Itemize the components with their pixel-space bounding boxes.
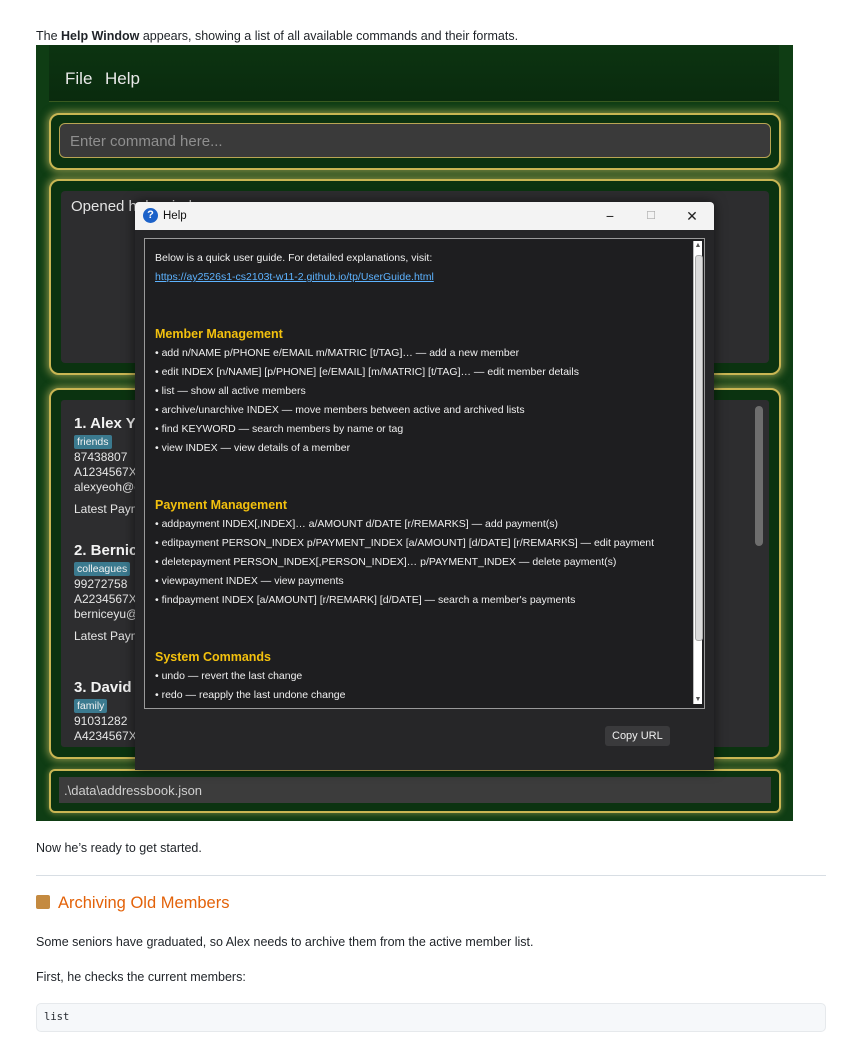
intro-bold: Help Window (61, 29, 140, 43)
help-item: • add n/NAME p/PHONE e/EMAIL m/MATRIC [t… (155, 347, 520, 359)
user-guide-link[interactable]: https://ay2526s1-cs2103t-w11-2.github.io… (155, 271, 434, 283)
status-path: .\data\addressbook.json (64, 783, 203, 798)
intro-suffix: appears, showing a list of all available… (139, 29, 519, 43)
help-item: • view INDEX — view details of a member (155, 442, 351, 454)
close-icon[interactable]: ✕ (680, 206, 704, 226)
status-field: .\data\addressbook.json (59, 777, 771, 803)
divider (36, 875, 826, 876)
section-title: Member Management (155, 327, 283, 341)
command-placeholder: Enter command here... (70, 133, 223, 150)
menu-help[interactable]: Help (105, 69, 140, 89)
help-item: • addpayment INDEX[,INDEX]… a/AMOUNT d/D… (155, 518, 558, 530)
help-item: • viewpayment INDEX — view payments (155, 575, 344, 587)
intro-paragraph: The Help Window appears, showing a list … (36, 29, 518, 43)
minimize-icon[interactable]: − (598, 206, 622, 226)
archive-paragraph: Some seniors have graduated, so Alex nee… (36, 935, 534, 949)
command-panel: Enter command here... (49, 113, 781, 170)
member-tag: colleagues (74, 562, 131, 576)
section-heading: Archiving Old Members (36, 894, 229, 913)
code-text: list (44, 1011, 70, 1023)
help-titlebar[interactable]: ? Help − ☐ ✕ (135, 202, 714, 230)
help-content[interactable]: Below is a quick user guide. For detaile… (144, 238, 705, 709)
member-list-scrollbar[interactable] (755, 406, 763, 546)
help-scrollbar-thumb[interactable] (695, 255, 703, 641)
section-title: Payment Management (155, 498, 287, 512)
help-scrollbar[interactable]: ▲ ▼ (693, 241, 703, 704)
help-item: • undo — revert the last change (155, 670, 303, 682)
copy-url-button[interactable]: Copy URL (605, 726, 670, 746)
help-item: • list — show all active members (155, 385, 306, 397)
help-item: • redo — reapply the last undone change (155, 689, 346, 701)
section-heading-text: Archiving Old Members (58, 894, 230, 912)
help-item: • find KEYWORD — search members by name … (155, 423, 404, 435)
help-window: ? Help − ☐ ✕ Below is a quick user guide… (135, 202, 714, 770)
check-paragraph: First, he checks the current members: (36, 970, 246, 984)
member-tag: family (74, 699, 108, 713)
intro-prefix: The (36, 29, 62, 43)
help-item: • archive/unarchive INDEX — move members… (155, 404, 525, 416)
help-text: Below is a quick user guide. For detaile… (155, 249, 685, 705)
help-title: Help (163, 210, 187, 222)
scroll-up-icon[interactable]: ▲ (694, 242, 702, 249)
menu-bar: File Help (49, 45, 779, 102)
scroll-down-icon[interactable]: ▼ (694, 696, 702, 703)
help-icon: ? (143, 208, 158, 223)
maximize-icon[interactable]: ☐ (639, 206, 663, 226)
after-paragraph: Now he’s ready to get started. (36, 841, 202, 855)
help-item: • editpayment PERSON_INDEX p/PAYMENT_IND… (155, 537, 655, 549)
section-title: System Commands (155, 650, 272, 664)
command-input[interactable]: Enter command here... (59, 123, 771, 158)
package-icon (36, 895, 50, 909)
menu-file[interactable]: File (65, 69, 92, 89)
help-intro: Below is a quick user guide. For detaile… (155, 252, 433, 264)
help-item: • deletepayment PERSON_INDEX[,PERSON_IND… (155, 556, 617, 568)
code-block: list (36, 1003, 826, 1032)
status-bar: .\data\addressbook.json (49, 769, 781, 813)
help-item: • findpayment INDEX [a/AMOUNT] [r/REMARK… (155, 594, 576, 606)
member-tag: friends (74, 435, 112, 449)
help-item: • edit INDEX [n/NAME] [p/PHONE] [e/EMAIL… (155, 366, 579, 378)
